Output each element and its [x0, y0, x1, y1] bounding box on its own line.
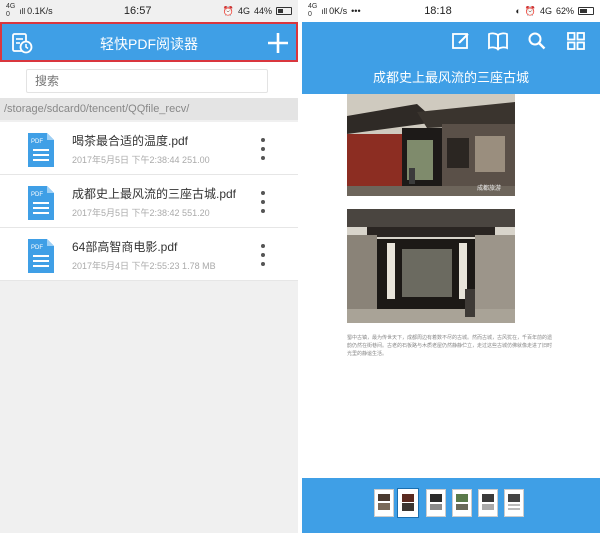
file-row[interactable]: PDF 成都史上最风流的三座古城.pdf 2017年5月5日 下午2:38:42…: [0, 175, 298, 228]
signal-indicator: 4G 0: [308, 3, 318, 18]
reader-toolbar: [302, 22, 600, 62]
search-icon[interactable]: [523, 27, 551, 55]
page-thumbnail[interactable]: [374, 489, 394, 517]
thumbnail-strip: [302, 478, 600, 533]
pdf-file-icon: PDF: [26, 132, 56, 168]
app-title: 轻快PDF阅读器: [100, 36, 198, 52]
search-bar: [0, 62, 298, 98]
page-thumbnail[interactable]: [426, 489, 446, 517]
page-thumbnail[interactable]: [504, 489, 524, 517]
add-icon[interactable]: [264, 29, 292, 57]
battery-icon: [578, 7, 594, 15]
battery-percent: 62%: [555, 6, 574, 16]
pdf-page[interactable]: 成都旅游 蜀中古镇，最为传世天下，成都周边有着数不尽的古城。然而古城，古风犹在，…: [302, 94, 600, 479]
page-thumbnail[interactable]: [478, 489, 498, 517]
svg-text:PDF: PDF: [31, 245, 43, 251]
svg-text:成都旅游: 成都旅游: [477, 184, 501, 192]
file-list: PDF 喝茶最合适的温度.pdf 2017年5月5日 下午2:38:44 251…: [0, 122, 298, 281]
page-thumbnail[interactable]: [452, 489, 472, 517]
more-options-icon[interactable]: [258, 191, 268, 213]
network-type: 4G: [237, 6, 250, 16]
status-time: 16:57: [123, 5, 152, 17]
book-icon[interactable]: [484, 27, 512, 55]
page-body-text: 蜀中古镇，最为传世天下，成都周边有着数不尽的古城。然而古城，古风犹在，千百年前的…: [347, 335, 553, 357]
file-meta: 2017年5月5日 下午2:38:44 251.00: [72, 155, 210, 165]
status-time: 18:18: [424, 5, 452, 17]
file-manager-screen: 4G0 ıll 0.1K/s 16:57 ⏰ 4G 44% 轻快PDF阅读器: [0, 0, 298, 533]
file-name: 成都史上最风流的三座古城.pdf: [72, 187, 237, 201]
file-row[interactable]: PDF 喝茶最合适的温度.pdf 2017年5月5日 下午2:38:44 251…: [0, 122, 298, 175]
pdf-file-icon: PDF: [26, 238, 56, 274]
grid-view-icon[interactable]: [562, 27, 590, 55]
svg-text:PDF: PDF: [31, 139, 43, 145]
page-photo-2: [347, 209, 515, 323]
more-dots-icon: •••: [351, 6, 361, 16]
document-title: 成都史上最风流的三座古城: [302, 62, 600, 94]
file-name: 喝茶最合适的温度.pdf: [72, 134, 189, 148]
battery-icon: [276, 7, 292, 15]
app-header: 轻快PDF阅读器: [0, 22, 298, 62]
network-speed: 0K/s: [329, 6, 348, 16]
pdf-reader-screen: 4G 0 ıll 0K/s ••• 18:18 ◐ ⏰ 4G 62% 成都史上最…: [302, 0, 600, 533]
current-path: /storage/sdcard0/tencent/QQfile_recv/: [0, 98, 298, 120]
rotation-lock-icon: ◐: [515, 6, 521, 16]
search-box: [26, 69, 268, 93]
file-meta: 2017年5月4日 下午2:55:23 1.78 MB: [72, 261, 216, 271]
alarm-icon: ⏰: [222, 5, 234, 16]
page-photo-1: 成都旅游: [347, 94, 515, 196]
file-row[interactable]: PDF 64部高智商电影.pdf 2017年5月4日 下午2:55:23 1.7…: [0, 228, 298, 281]
network-speed: 0.1K/s: [27, 6, 53, 16]
search-input[interactable]: [27, 70, 267, 92]
file-meta: 2017年5月5日 下午2:38:42 551.20: [72, 208, 210, 218]
status-bar: 4G 0 ıll 0.1K/s 16:57 ⏰ 4G 44%: [0, 0, 298, 22]
signal-indicator: 4G 0: [6, 3, 16, 18]
pdf-file-icon: PDF: [26, 185, 56, 221]
more-options-icon[interactable]: [258, 138, 268, 160]
battery-percent: 44%: [253, 6, 272, 16]
file-name: 64部高智商电影.pdf: [72, 240, 178, 254]
svg-text:PDF: PDF: [31, 192, 43, 198]
signal-bars-icon: ıll: [321, 6, 328, 16]
status-bar: 4G 0 ıll 0K/s ••• 18:18 ◐ ⏰ 4G 62%: [302, 0, 600, 22]
network-type: 4G: [539, 6, 552, 16]
more-options-icon[interactable]: [258, 244, 268, 266]
page-thumbnail[interactable]: [398, 489, 418, 517]
edit-icon[interactable]: [447, 27, 475, 55]
alarm-icon: ⏰: [524, 5, 536, 16]
signal-bars-icon: ıll: [19, 6, 26, 16]
